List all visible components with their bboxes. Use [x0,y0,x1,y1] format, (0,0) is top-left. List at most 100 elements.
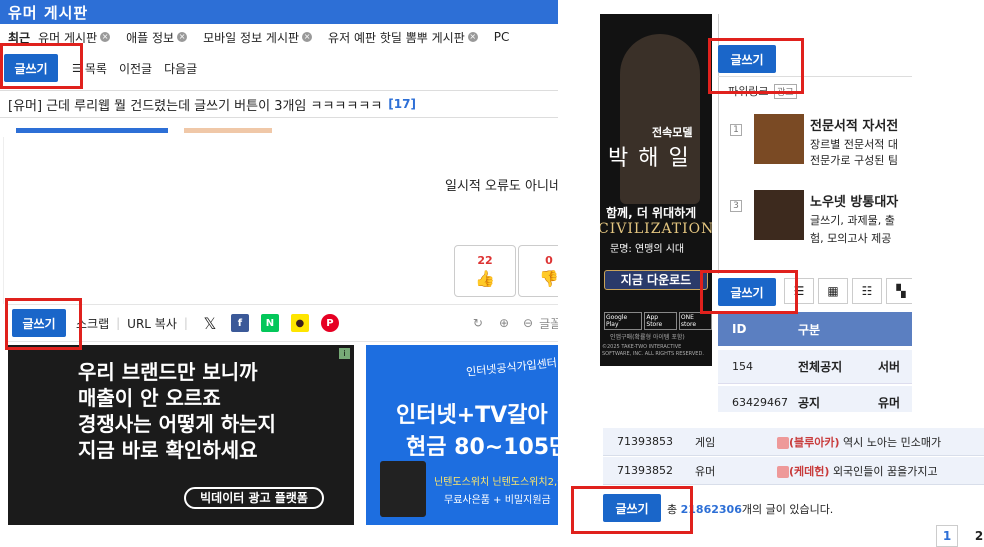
close-icon[interactable]: × [302,32,313,42]
rank-number: 3 [730,200,742,212]
post-title-text: 근데 루리웹 뭘 건드렸는데 글쓰기 버튼이 3개임 ㅋㅋㅋㅋㅋㅋ [46,98,383,114]
app-store-badge[interactable]: App Store [644,312,677,330]
ad-download-button[interactable]: 지금 다운로드 [604,270,708,290]
total-suffix: 개의 글이 있습니다. [741,503,834,516]
row-category: 공지 [798,396,821,410]
ad-line: 매출이 안 오르죠 [78,386,221,410]
ad-promo: 무료사은품 + 비밀지원금 [444,495,551,506]
grid-view-icon[interactable]: ▦ [818,278,848,304]
row-title-text: 역시 노아는 민소매가 [843,435,942,449]
zoom-out-icon[interactable]: ⊖ [523,316,533,330]
highlight-box [700,270,798,314]
row-id: 154 [732,360,753,373]
font-button[interactable]: 글꼴 [539,315,558,332]
row-category: 전체공지 [798,360,843,374]
compact-view-icon[interactable]: ☷ [852,278,882,304]
user-avatar-strip [16,128,168,133]
ad-line: 경쟁사는 어떻게 하는지 [78,412,276,436]
card-view-icon[interactable]: ▚ [886,278,912,304]
table-row[interactable]: 71393853 게임 (블루아카) 역시 노아는 민소매가 [603,428,984,456]
highlight-box [708,38,804,94]
page-1[interactable]: 1 [936,525,958,547]
ad-banner-bigdata[interactable]: i 우리 브랜드만 보니까 매출이 안 오르죠 경쟁사는 어떻게 하는지 지금 … [8,345,354,525]
close-icon[interactable]: × [177,32,188,42]
page-2[interactable]: 2 [968,525,984,547]
ad-game-title: CIVILIZATION [600,221,712,237]
google-play-badge[interactable]: Google Play [604,312,643,330]
post-body: 일시적 오류도 아니네 ㅋ [445,179,558,194]
pinterest-share-icon[interactable]: P [320,314,339,332]
post-body-area: 일시적 오류도 아니네 ㅋ 22 👍 0 👎 [3,137,558,304]
row-id: 71393852 [617,464,673,477]
row-title[interactable]: (케데헌) 외국인들이 꿈을가지고 [777,463,938,479]
recent-tag[interactable]: 유저 예판 핫딜 뽐뿌 게시판 × [328,29,478,46]
thumbs-up-icon: 👍 [475,269,495,288]
row-title[interactable]: (블루아카) 역시 노아는 민소매가 [777,434,941,450]
col-category: 구분 [798,322,821,337]
ad-banner-civilization[interactable]: 전속모델 박해일 함께, 더 위대하게 CIVILIZATION 문명: 연맹의… [600,14,712,366]
table-row[interactable]: 154 전체공지 서버 [718,350,912,384]
ad-line: 인터넷+TV갈아 [396,403,548,428]
close-icon[interactable]: × [467,32,478,42]
recent-tag[interactable]: 모바일 정보 게시판 × [203,29,313,46]
table-row[interactable]: 63429467 공지 유머 [718,386,912,412]
board-panel: 유머 게시판 최근 유머 게시판 × 애플 정보 × 모바일 정보 게시판 × 유저 … [0,0,558,525]
thumbs-down-icon: 👎 [539,269,558,288]
ad-info-icon[interactable]: i [339,348,350,359]
list-item[interactable]: 1 전문서적 자서전 장르별 전문서적 대 전문가로 구성된 팀 [712,110,912,180]
ad-line: 지금 바로 확인하세요 [78,438,258,462]
ad-banner-internet[interactable]: 인터넷공식가입센터 인터넷+TV갈아 현금 80~105만 닌텐도스위치 닌텐도… [366,345,558,525]
kakao-share-icon[interactable]: ● [290,314,309,332]
row-nick: 블루아카 [794,435,835,449]
x-share-icon[interactable]: 𝕏 [201,314,219,333]
item-desc: 글쓰기, 과제물, 출 [810,214,895,227]
highlight-box [5,298,82,350]
ad-promo: 닌텐도스위치 닌텐도스위치2,플 [434,477,558,488]
row-id: 71393853 [617,435,673,448]
rank-number: 1 [730,124,742,136]
nick-icon [777,436,789,449]
item-desc: 전문가로 구성된 팀 [810,154,898,167]
ad-top-text: 인터넷공식가입센터 [465,356,558,379]
naver-share-icon[interactable]: N [260,314,279,332]
ad-person-image [620,34,700,204]
ad-subtitle: 문명: 연맹의 시대 [610,244,685,255]
url-copy-button[interactable]: URL 복사 [127,315,177,332]
col-id: ID [732,322,747,336]
item-title[interactable]: 노우넷 방통대자 [810,191,898,210]
ad-line: 우리 브랜드만 보니까 [78,360,258,384]
recent-tag[interactable]: PC [494,30,510,44]
next-link[interactable]: 다음글 [164,60,197,77]
upvote-button[interactable]: 22 👍 [454,245,516,297]
one-store-badge[interactable]: ONE store [678,312,712,330]
item-desc: 험, 모의고사 제공 [810,232,892,245]
comment-count[interactable]: [17] [388,97,416,111]
share-bar: 글쓰기 스크랩 | URL 복사 | 𝕏 f N ● P ↻ ⊕ ⊖ 글꼴 [8,304,558,342]
ad-cta-button[interactable]: 빅데이터 광고 플랫폼 [184,487,324,509]
list-link[interactable]: 목록 [85,60,107,77]
ad-model-label: 전속모델 [652,126,693,139]
close-icon[interactable]: × [100,32,111,42]
item-title[interactable]: 전문서적 자서전 [810,115,898,134]
library-thumbnail [754,190,804,240]
refresh-icon[interactable]: ↻ [473,316,483,330]
table-header: ID 구분 [718,312,912,346]
downvote-count: 0 [545,254,553,267]
upvote-count: 22 [477,254,493,267]
ad-rating-text: 인앱구매(확률형 아이템 포함) [610,334,685,341]
downvote-button[interactable]: 0 👎 [518,245,558,297]
post-category: [유머] [8,98,43,114]
highlight-box [571,486,693,534]
list-item[interactable]: 3 노우넷 방통대자 글쓰기, 과제물, 출 험, 모의고사 제공 [712,186,912,256]
row-category: 유머 [695,464,716,478]
row-title[interactable]: 유머 [878,394,900,411]
post-title: [유머] 근데 루리웹 뭘 건드렸는데 글쓰기 버튼이 3개임 ㅋㅋㅋㅋㅋㅋ [… [0,90,558,118]
prev-link[interactable]: 이전글 [119,60,152,77]
highlight-box [0,43,83,89]
zoom-in-icon[interactable]: ⊕ [499,316,509,330]
table-row[interactable]: 71393852 유머 (케데헌) 외국인들이 꿈을가지고 [603,457,984,485]
facebook-share-icon[interactable]: f [230,314,249,332]
recent-tag[interactable]: 애플 정보 × [126,29,188,46]
row-title[interactable]: 서버 [878,358,900,375]
book-thumbnail [754,114,804,164]
